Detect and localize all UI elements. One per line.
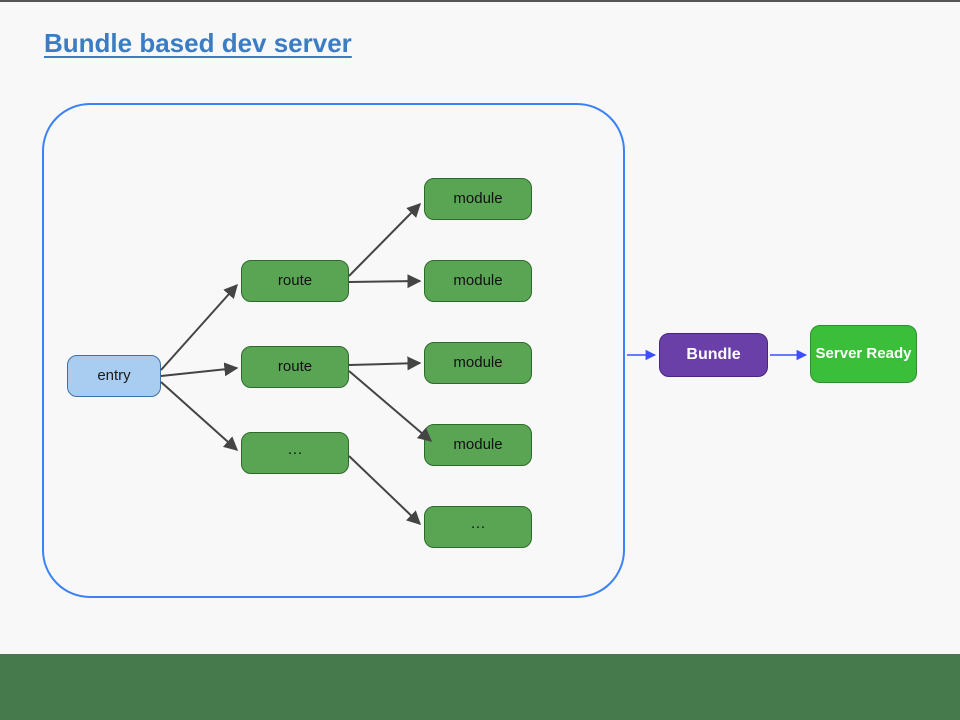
node-module-4: module: [424, 424, 532, 466]
top-border: [0, 0, 960, 2]
node-server-ready: Server Ready: [810, 325, 917, 383]
node-route-2: route: [241, 346, 349, 388]
node-entry: entry: [67, 355, 161, 397]
diagram-title: Bundle based dev server: [44, 28, 352, 59]
node-module-1: module: [424, 178, 532, 220]
node-module-more: ···: [424, 506, 532, 548]
node-bundle: Bundle: [659, 333, 768, 377]
node-route-1: route: [241, 260, 349, 302]
node-module-3: module: [424, 342, 532, 384]
footer-band: [0, 654, 960, 720]
node-module-2: module: [424, 260, 532, 302]
node-route-more: ···: [241, 432, 349, 474]
